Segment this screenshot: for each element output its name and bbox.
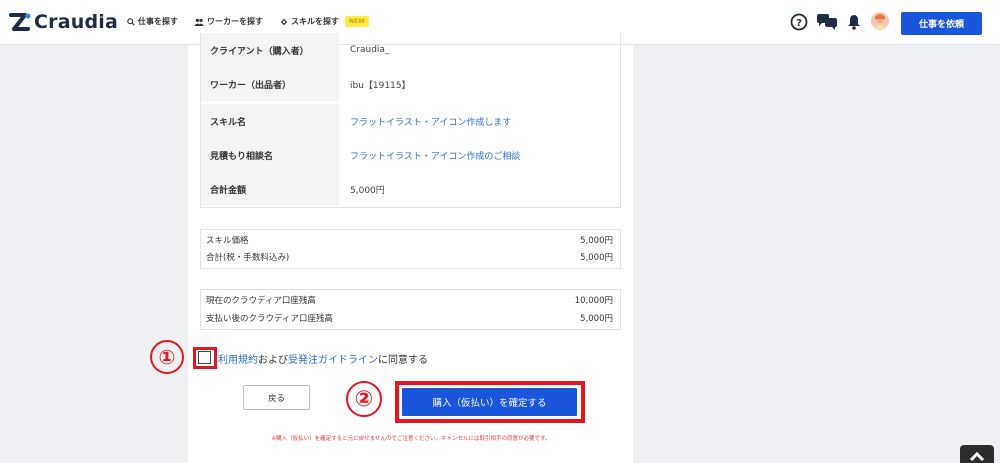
balance-row: 現在のクラウディア口座残高 10,000円 <box>201 292 620 308</box>
detail-row-total: 合計金額 5,000円 <box>201 172 620 206</box>
detail-row-client: クライアント（購入者） Craudia_ <box>201 33 620 67</box>
logo-text: Craudia <box>34 11 118 33</box>
price-value: 5,000円 <box>580 253 613 263</box>
chat-icon[interactable] <box>816 14 838 31</box>
detail-label: ワーカー（出品者） <box>201 67 339 101</box>
detail-value: ibu【19115】 <box>350 80 411 91</box>
detail-value: 5,000円 <box>350 185 385 196</box>
order-detail-table: クライアント（購入者） Craudia_ ワーカー（出品者） ibu【19115… <box>200 33 621 208</box>
back-button[interactable]: 戻る <box>243 385 310 410</box>
detail-row-worker: ワーカー（出品者） ibu【19115】 <box>201 67 620 101</box>
balance-label: 支払い後のクラウディア口座残高 <box>206 314 333 324</box>
craudia-logo[interactable]: Craudia <box>8 10 118 34</box>
price-row: 合計(税・手数料込み) 5,000円 <box>201 249 620 265</box>
help-icon[interactable]: ? <box>790 13 808 31</box>
detail-value: Craudia_ <box>350 45 390 55</box>
detail-label: クライアント（購入者） <box>201 33 339 67</box>
balance-summary-box: 現在のクラウディア口座残高 10,000円 支払い後のクラウディア口座残高 5,… <box>200 289 621 330</box>
estimate-name-link[interactable]: フラットイラスト・アイコン作成のご相談 <box>339 149 520 162</box>
detail-label: 見積もり相談名 <box>201 138 339 172</box>
agreement-and: および <box>258 355 288 366</box>
guideline-link[interactable]: 受発注ガイドライン <box>288 355 378 366</box>
nav-find-jobs-label: 仕事を探す <box>138 17 178 26</box>
price-label: 合計(税・手数料込み) <box>206 253 290 263</box>
balance-label: 現在のクラウディア口座残高 <box>206 296 316 306</box>
detail-label: 合計金額 <box>201 172 339 206</box>
balance-value: 10,000円 <box>574 296 613 306</box>
price-row: スキル価格 5,000円 <box>201 232 620 248</box>
skill-icon <box>280 18 288 25</box>
scroll-to-top-button[interactable] <box>960 445 994 463</box>
nav-find-skills-label: スキルを探す <box>291 17 339 26</box>
nav-find-workers-label: ワーカーを探す <box>207 17 263 26</box>
detail-row-estimate: 見積もり相談名 フラットイラスト・アイコン作成のご相談 <box>201 138 620 172</box>
bell-icon[interactable] <box>847 14 861 30</box>
agree-checkbox[interactable] <box>198 351 211 364</box>
confirm-warning-note: ※購入（仮払い）を確定すると元に戻せませんのでご注意ください。キャンセルには取引… <box>271 436 551 442</box>
detail-row-skill: スキル名 フラットイラスト・アイコン作成します <box>201 104 620 138</box>
users-icon <box>194 18 204 26</box>
agreement-text: 利用規約および受発注ガイドラインに同意する <box>218 351 428 366</box>
detail-label: スキル名 <box>201 104 339 138</box>
craudia-logo-icon <box>9 13 31 31</box>
avatar[interactable] <box>871 12 889 30</box>
new-badge: NEW <box>345 16 369 27</box>
price-value: 5,000円 <box>580 236 613 246</box>
annotation-marker-1: ① <box>150 340 184 374</box>
balance-value: 5,000円 <box>580 314 613 324</box>
nav-find-jobs[interactable]: 仕事を探す <box>127 16 178 27</box>
nav-find-workers[interactable]: ワーカーを探す <box>194 16 263 27</box>
nav-find-skills[interactable]: スキルを探す NEW <box>280 16 369 27</box>
request-job-button[interactable]: 仕事を依頼 <box>901 12 982 35</box>
terms-link[interactable]: 利用規約 <box>218 355 258 366</box>
skill-name-link[interactable]: フラットイラスト・アイコン作成します <box>339 115 511 128</box>
price-label: スキル価格 <box>206 236 249 246</box>
annotation-marker-2: ② <box>346 381 382 417</box>
svg-text:?: ? <box>796 18 802 29</box>
agreement-suffix: に同意する <box>378 355 428 366</box>
balance-row: 支払い後のクラウディア口座残高 5,000円 <box>201 310 620 326</box>
search-icon <box>127 17 135 26</box>
chevron-up-icon <box>969 451 985 462</box>
confirm-purchase-button[interactable]: 購入（仮払い）を確定する <box>402 388 577 416</box>
price-summary-box: スキル価格 5,000円 合計(税・手数料込み) 5,000円 <box>200 229 621 269</box>
